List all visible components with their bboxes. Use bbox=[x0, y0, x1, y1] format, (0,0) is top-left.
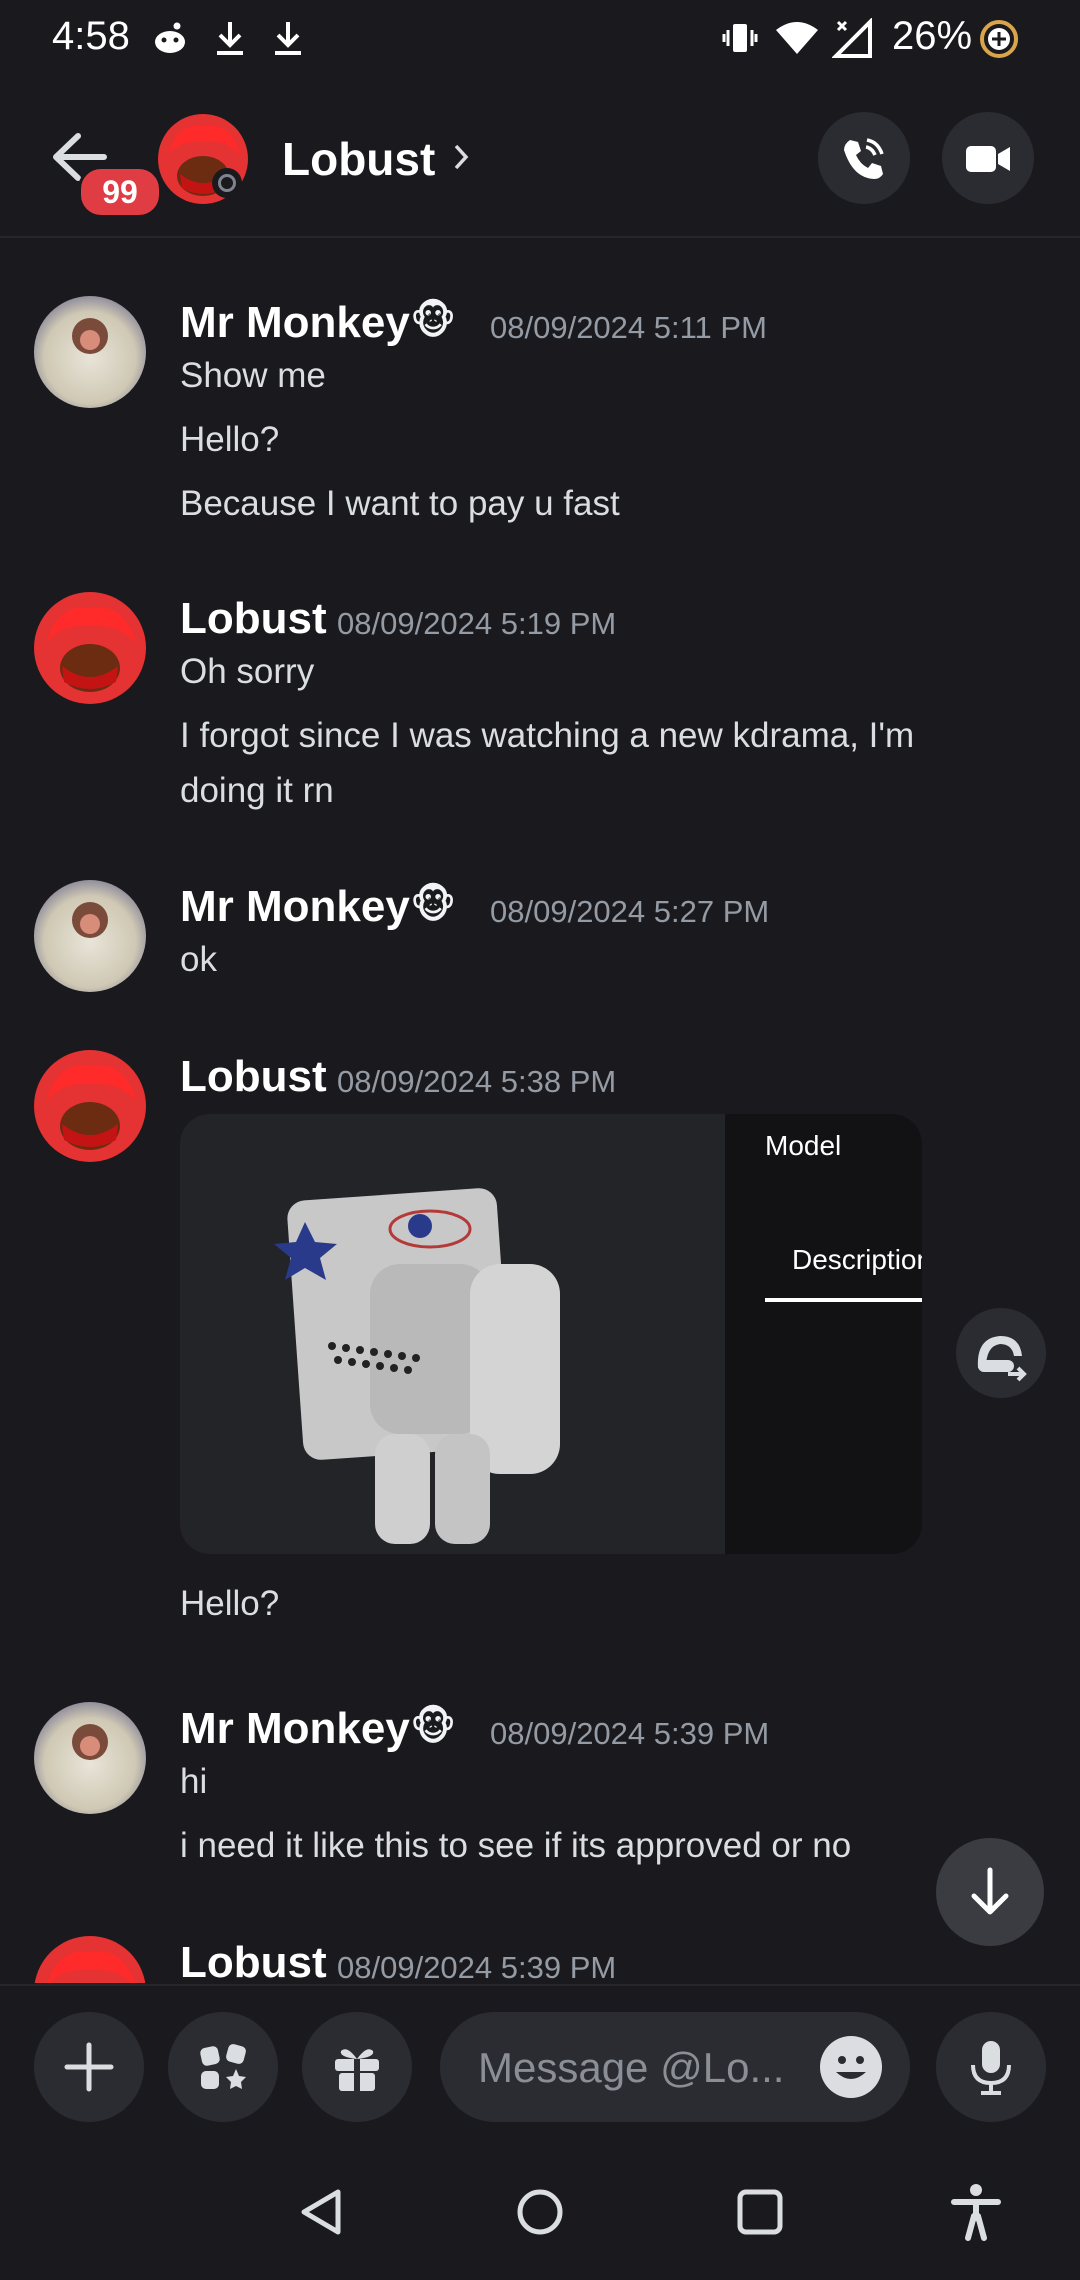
message-text: Show me bbox=[180, 356, 326, 395]
signal-icon bbox=[832, 18, 872, 58]
jump-to-bottom-button[interactable] bbox=[936, 1838, 1044, 1946]
message-author[interactable]: Lobust bbox=[180, 1052, 327, 1102]
video-call-icon bbox=[966, 146, 1010, 172]
monkey-face-icon: 🐵 bbox=[410, 883, 457, 927]
image-attachment[interactable]: Model Description bbox=[180, 1114, 922, 1554]
attachment-side-panel bbox=[725, 1114, 922, 1554]
message-author[interactable]: Lobust bbox=[180, 1938, 327, 1983]
home-circle-icon[interactable] bbox=[514, 2186, 566, 2238]
microphone-icon bbox=[971, 2041, 1011, 2095]
message-author[interactable]: Mr Monkey bbox=[180, 882, 410, 932]
emoji-button[interactable] bbox=[820, 2036, 882, 2098]
message-input-placeholder: Message @Lo... bbox=[478, 2044, 785, 2091]
plus-icon bbox=[64, 2042, 114, 2092]
voice-message-button[interactable] bbox=[936, 2012, 1046, 2122]
chevron-right-icon[interactable] bbox=[452, 142, 470, 172]
chat-header: 99 Lobust bbox=[0, 80, 1080, 238]
voice-call-button[interactable] bbox=[818, 112, 910, 204]
message-input[interactable]: Message @Lo... bbox=[440, 2012, 910, 2122]
wifi-icon bbox=[776, 22, 818, 54]
roblox-avatar-image bbox=[274, 1188, 560, 1544]
attachment-panel-title: Model bbox=[765, 1130, 842, 1161]
message-text: hi bbox=[180, 1762, 208, 1801]
battery-saver-icon bbox=[980, 20, 1018, 58]
avatar[interactable] bbox=[34, 880, 146, 992]
contact-name[interactable]: Lobust bbox=[282, 132, 435, 186]
avatar[interactable] bbox=[34, 1936, 146, 1983]
unread-badge: 99 bbox=[78, 166, 162, 218]
avatar[interactable] bbox=[34, 592, 146, 704]
message-author[interactable]: Lobust bbox=[180, 594, 327, 644]
message-composer: Message @Lo... bbox=[0, 1984, 1080, 2146]
apps-icon bbox=[200, 2044, 246, 2089]
battery-percent: 26% bbox=[892, 14, 973, 58]
forward-message-button[interactable] bbox=[956, 1308, 1046, 1398]
message-timestamp: 08/09/2024 5:39 PM bbox=[337, 1950, 617, 1983]
message-timestamp: 08/09/2024 5:39 PM bbox=[490, 1716, 770, 1751]
arrow-down-icon bbox=[971, 1867, 1009, 1915]
message-text: i need it like this to see if its approv… bbox=[180, 1826, 852, 1865]
download-icon bbox=[217, 22, 243, 55]
forward-icon bbox=[977, 1336, 1027, 1382]
tab-underline bbox=[765, 1298, 922, 1302]
accessibility-icon[interactable] bbox=[948, 2182, 1004, 2242]
back-triangle-icon[interactable] bbox=[296, 2186, 346, 2238]
add-attachment-button[interactable] bbox=[34, 2012, 144, 2122]
offline-status-icon bbox=[212, 168, 242, 198]
reddit-icon bbox=[155, 22, 185, 53]
message-timestamp: 08/09/2024 5:11 PM bbox=[490, 310, 767, 345]
status-bar: 4:58 26% bbox=[0, 0, 1080, 80]
monkey-face-icon: 🐵 bbox=[410, 299, 457, 343]
message-author[interactable]: Mr Monkey bbox=[180, 298, 410, 348]
apps-button[interactable] bbox=[168, 2012, 278, 2122]
message-text: ok bbox=[180, 940, 217, 979]
avatar[interactable] bbox=[34, 1050, 146, 1162]
message-text: Oh sorry bbox=[180, 652, 315, 691]
emoji-icon bbox=[836, 2056, 866, 2079]
avatar[interactable] bbox=[34, 1702, 146, 1814]
message-text: Because I want to pay u fast bbox=[180, 484, 620, 523]
message-author[interactable]: Mr Monkey bbox=[180, 1704, 410, 1754]
avatar[interactable] bbox=[34, 296, 146, 408]
message-timestamp: 08/09/2024 5:19 PM bbox=[337, 606, 617, 641]
message-text: Hello? bbox=[180, 1584, 280, 1623]
gift-icon bbox=[335, 2049, 379, 2091]
message-timestamp: 08/09/2024 5:27 PM bbox=[490, 894, 770, 929]
system-nav-bar bbox=[0, 2144, 1080, 2280]
tab-description: Description bbox=[792, 1244, 922, 1275]
status-time: 4:58 bbox=[52, 14, 130, 58]
vibrate-icon bbox=[722, 24, 758, 52]
message-text: doing it rn bbox=[180, 771, 334, 810]
gift-button[interactable] bbox=[302, 2012, 412, 2122]
monkey-face-icon: 🐵 bbox=[410, 1705, 457, 1749]
voice-call-icon bbox=[844, 138, 884, 179]
message-text: I forgot since I was watching a new kdra… bbox=[180, 716, 915, 755]
message-text: Hello? bbox=[180, 420, 280, 459]
video-call-button[interactable] bbox=[942, 112, 1034, 204]
recents-square-icon[interactable] bbox=[734, 2186, 786, 2238]
message-list[interactable]: Mr Monkey 🐵 08/09/2024 5:11 PM Show me H… bbox=[0, 238, 1080, 1983]
download-icon bbox=[275, 22, 301, 55]
message-timestamp: 08/09/2024 5:38 PM bbox=[337, 1064, 617, 1099]
